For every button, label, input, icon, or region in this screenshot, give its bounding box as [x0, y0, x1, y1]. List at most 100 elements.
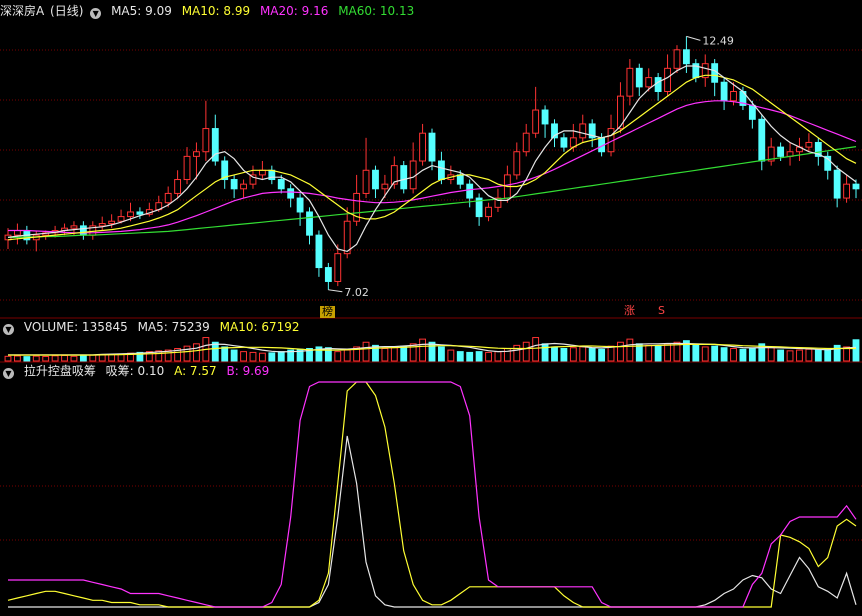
bang-badge[interactable]: 榜 — [320, 306, 335, 318]
candle-body — [777, 146, 785, 157]
volume-bar — [588, 348, 596, 362]
candle — [315, 230, 323, 277]
candle-body — [230, 179, 238, 190]
chevron-down-icon[interactable]: ▼ — [3, 324, 14, 335]
candle-body — [334, 253, 342, 282]
candle-body — [852, 183, 860, 190]
high-marker-label: 12.49 — [702, 34, 734, 47]
ma5-readout: MA5: 9.09 — [111, 4, 172, 18]
chevron-down-icon[interactable]: ▼ — [3, 368, 14, 379]
candle-body — [14, 230, 21, 236]
candle-body — [843, 183, 850, 199]
volume-bar — [14, 355, 21, 362]
candle-body — [70, 225, 78, 229]
candle — [767, 137, 775, 166]
candle — [843, 174, 850, 203]
candle — [108, 214, 116, 229]
a-line — [7, 381, 857, 608]
candle-body — [296, 197, 304, 213]
candle-body — [428, 132, 436, 162]
b-line — [8, 381, 857, 608]
volume-bars — [4, 337, 860, 362]
xichou-line — [8, 435, 857, 608]
volume-bar — [4, 355, 12, 362]
candle-body — [277, 179, 285, 190]
volume-readout: VOLUME: 135845 — [23, 320, 128, 334]
s-badge[interactable]: S — [656, 305, 667, 317]
volume-bar — [42, 355, 50, 362]
volume-bar — [343, 349, 351, 362]
candle — [551, 119, 558, 148]
ma10-readout: MA10: 8.99 — [181, 4, 251, 18]
candle — [79, 221, 87, 240]
volume-bar — [654, 345, 662, 362]
candle — [136, 207, 144, 219]
candle — [98, 216, 106, 231]
candle — [447, 165, 455, 185]
volume-bar — [258, 352, 266, 362]
volume-bar — [268, 352, 276, 362]
candle — [711, 59, 719, 97]
ma20-readout: MA20: 9.16 — [259, 4, 329, 18]
candle-body — [635, 67, 643, 88]
candle-body — [682, 49, 690, 65]
volume-bar — [786, 350, 794, 362]
zhang-badge[interactable]: 涨 — [622, 305, 637, 317]
volume-bar — [456, 351, 464, 362]
candle-body — [748, 104, 756, 120]
volume-bar — [748, 348, 756, 362]
candle — [513, 142, 521, 180]
volume-bar — [400, 345, 408, 362]
volume-bar — [551, 346, 558, 362]
stock-chart-window: 12.49 7.02 深深房A (日线) ▼ MA5: 9.09 MA10: 8.… — [0, 0, 862, 616]
volume-bar — [221, 346, 229, 362]
volume-bar — [626, 338, 634, 362]
volume-bar — [711, 345, 719, 362]
volume-bar — [569, 347, 577, 362]
candle — [183, 147, 191, 185]
candle — [89, 221, 97, 240]
stock-title: 深深房A — [0, 4, 45, 18]
candle — [560, 133, 568, 152]
candle-body — [419, 132, 426, 162]
candle — [381, 174, 389, 199]
volume-bar — [814, 349, 822, 362]
candle — [720, 77, 728, 111]
candle — [296, 193, 304, 226]
candle — [202, 100, 210, 161]
volume-bar — [805, 348, 813, 362]
candle — [268, 165, 276, 185]
indicator-lines — [7, 381, 857, 608]
volume-bar — [230, 349, 238, 362]
candle-body — [485, 206, 492, 218]
price-panel-header: 深深房A (日线) ▼ MA5: 9.09 MA10: 8.99 MA20: 9… — [0, 2, 420, 20]
candle — [626, 59, 634, 106]
candle — [786, 142, 794, 166]
volume-bar — [390, 347, 398, 362]
candle-body — [664, 67, 671, 93]
candle — [174, 170, 182, 199]
volume-panel-header: ▼ VOLUME: 135845 MA5: 75239 MA10: 67192 — [0, 318, 306, 336]
candle — [475, 193, 483, 226]
candle — [419, 123, 426, 166]
candle-body — [456, 174, 464, 185]
candle — [805, 133, 813, 152]
xichou-readout: 吸筹: 0.10 — [105, 364, 165, 378]
candle-body — [183, 155, 191, 181]
chart-canvas[interactable]: 12.49 7.02 — [0, 0, 862, 616]
candle — [211, 114, 219, 166]
chevron-down-icon[interactable]: ▼ — [90, 8, 102, 19]
candle — [145, 202, 153, 217]
volume-bar — [607, 345, 615, 362]
volume-bar — [32, 355, 40, 362]
volume-bar — [277, 351, 285, 362]
candle — [664, 54, 671, 97]
candle — [833, 165, 841, 208]
candle — [287, 184, 295, 208]
candle — [824, 151, 832, 180]
candle-body — [541, 109, 549, 125]
volume-bar — [777, 349, 785, 362]
candle-body — [579, 123, 587, 139]
candle — [61, 223, 68, 236]
candle — [796, 137, 803, 161]
